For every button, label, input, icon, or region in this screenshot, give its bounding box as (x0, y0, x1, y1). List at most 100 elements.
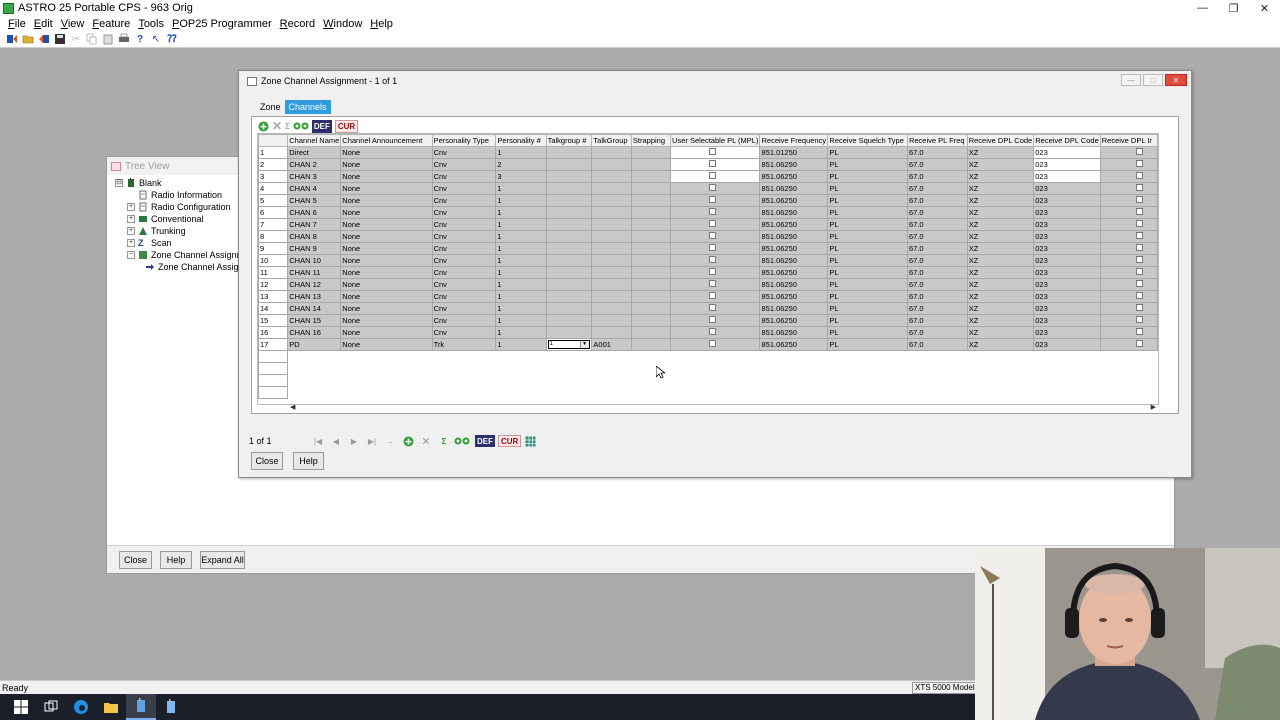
receive-dpl-code-cell[interactable]: XZ (966, 302, 1035, 315)
table-row[interactable]: 4 CHAN 4 None Cnv 1 851.06250 PL 67.0 XZ 023 (258, 182, 1158, 195)
receive-frequency-cell[interactable]: 851.06250 (759, 302, 829, 315)
channel-announcement-cell[interactable]: None (340, 194, 433, 207)
zca-minimize-button[interactable]: — (1121, 74, 1141, 86)
receive-pl-freq-cell[interactable]: 67.0 (906, 230, 968, 243)
strapping-cell[interactable] (630, 218, 672, 231)
personality-type-cell[interactable]: Cnv (431, 146, 497, 159)
cps-second-taskbar-icon[interactable] (156, 694, 186, 720)
table-row[interactable]: 12 CHAN 12 None Cnv 1 851.06250 PL 67.0 XZ 023 (258, 278, 1158, 291)
receive-dpl-code-2-cell[interactable]: 023 (1033, 194, 1101, 207)
receive-dpl-code-2-cell[interactable]: 023 (1033, 266, 1101, 279)
checkbox[interactable] (1135, 256, 1143, 263)
windows-start-icon[interactable] (6, 694, 36, 720)
personality-number-cell[interactable]: 1 (495, 326, 547, 339)
receive-pl-freq-cell[interactable]: 67.0 (906, 290, 968, 303)
receive-dpl-code-cell[interactable]: XZ (966, 242, 1035, 255)
receive-frequency-cell[interactable]: 851.06250 (759, 266, 829, 279)
edge-browser-icon[interactable] (66, 694, 96, 720)
receive-squelch-type-cell[interactable]: PL (827, 242, 908, 255)
receive-dpl-code-cell[interactable]: XZ (966, 170, 1035, 183)
personality-type-cell[interactable]: Cnv (431, 314, 497, 327)
receive-dpl-invert-cell[interactable] (1099, 218, 1158, 231)
user-selectable-pl-cell[interactable] (670, 314, 761, 327)
personality-type-cell[interactable]: Cnv (431, 182, 497, 195)
strapping-cell[interactable] (630, 338, 672, 351)
receive-dpl-code-cell[interactable]: XZ (966, 254, 1035, 267)
tree-node-trunking[interactable]: + Trunking (115, 225, 249, 237)
open-folder-icon[interactable] (22, 33, 34, 45)
zca-close-button[interactable]: Close (251, 452, 283, 470)
table-row[interactable]: 11 CHAN 11 None Cnv 1 851.06250 PL 67.0 XZ 023 (258, 266, 1158, 279)
minimize-button[interactable]: — (1187, 0, 1218, 16)
strapping-cell[interactable] (630, 290, 672, 303)
receive-dpl-code-cell[interactable]: XZ (966, 218, 1035, 231)
channel-name-cell[interactable]: CHAN 13 (287, 290, 342, 303)
user-selectable-pl-cell[interactable] (670, 218, 761, 231)
personality-number-cell[interactable]: 3 (495, 170, 547, 183)
checkbox[interactable] (709, 208, 717, 215)
receive-dpl-invert-cell[interactable] (1099, 230, 1158, 243)
row-number-cell[interactable]: 13 (258, 290, 289, 303)
talkgroup-cell[interactable] (591, 314, 632, 327)
menu-record[interactable]: Record (276, 18, 319, 30)
user-selectable-pl-cell[interactable] (670, 230, 761, 243)
tree-node-radio-configuration[interactable]: + Radio Configuration (115, 201, 249, 213)
checkbox[interactable] (709, 184, 717, 191)
receive-dpl-invert-cell[interactable] (1099, 146, 1158, 159)
table-row[interactable]: 13 CHAN 13 None Cnv 1 851.06250 PL 67.0 XZ 023 (258, 290, 1158, 303)
horizontal-scrollbar[interactable]: ◀ ▶ (290, 403, 1156, 413)
talkgroup-cell[interactable] (591, 182, 632, 195)
strapping-cell[interactable] (630, 206, 672, 219)
receive-frequency-cell[interactable]: 851.06250 (759, 326, 829, 339)
personality-number-cell[interactable]: 1 (495, 242, 547, 255)
checkbox[interactable] (709, 196, 717, 203)
strapping-cell[interactable] (630, 254, 672, 267)
checkbox[interactable] (709, 340, 717, 347)
receive-dpl-code-2-cell[interactable]: 023 (1033, 326, 1101, 339)
add-row-icon[interactable] (258, 120, 269, 133)
receive-squelch-type-cell[interactable]: PL (827, 146, 908, 159)
receive-squelch-type-cell[interactable]: PL (827, 338, 908, 351)
menu-file[interactable]: File (4, 18, 30, 30)
user-selectable-pl-cell[interactable] (670, 242, 761, 255)
talkgroup-number-cell[interactable] (545, 326, 593, 339)
strapping-cell[interactable] (630, 302, 672, 315)
strapping-cell[interactable] (630, 326, 672, 339)
tree-node-blank[interactable]: ⊟ Blank (115, 177, 249, 189)
receive-dpl-invert-cell[interactable] (1099, 170, 1158, 183)
expand-icon[interactable]: + (127, 215, 135, 223)
receive-frequency-cell[interactable]: 851.06250 (759, 170, 829, 183)
receive-dpl-code-cell[interactable]: XZ (966, 338, 1035, 351)
table-row[interactable]: 17 PD None Trk 1 1 ▼ A001 851.06250 PL 67.0 XZ 023 (258, 338, 1158, 351)
row-number-cell[interactable]: 16 (258, 326, 289, 339)
checkbox[interactable] (709, 148, 717, 155)
user-selectable-pl-cell[interactable] (670, 194, 761, 207)
zca-help-button[interactable]: Help (293, 452, 324, 470)
receive-dpl-code-cell[interactable]: XZ (966, 266, 1035, 279)
personality-type-cell[interactable]: Cnv (431, 230, 497, 243)
checkbox[interactable] (709, 316, 717, 323)
receive-frequency-cell[interactable]: 851.06250 (759, 242, 829, 255)
receive-dpl-invert-cell[interactable] (1099, 194, 1158, 207)
talkgroup-cell[interactable] (591, 242, 632, 255)
talkgroup-number-cell[interactable] (545, 290, 593, 303)
talkgroup-cell[interactable] (591, 302, 632, 315)
talkgroup-number-cell[interactable] (545, 314, 593, 327)
row-number-cell[interactable]: 17 (258, 338, 289, 351)
row-number-cell[interactable]: 14 (258, 302, 289, 315)
checkbox[interactable] (1135, 244, 1143, 251)
receive-pl-freq-cell[interactable]: 67.0 (906, 338, 968, 351)
channel-name-cell[interactable]: CHAN 7 (287, 218, 342, 231)
user-selectable-pl-cell[interactable] (670, 206, 761, 219)
sum-icon[interactable]: Σ (435, 435, 453, 447)
checkbox[interactable] (709, 244, 717, 251)
receive-squelch-type-cell[interactable]: PL (827, 206, 908, 219)
column-header[interactable]: Receive Squelch Type (827, 134, 908, 147)
receive-dpl-invert-cell[interactable] (1099, 278, 1158, 291)
personality-type-cell[interactable]: Trk (431, 338, 497, 351)
checkbox[interactable] (1135, 268, 1143, 275)
read-radio-icon[interactable] (6, 33, 18, 45)
channel-announcement-cell[interactable]: None (340, 182, 433, 195)
strapping-cell[interactable] (630, 314, 672, 327)
personality-type-cell[interactable]: Cnv (431, 254, 497, 267)
